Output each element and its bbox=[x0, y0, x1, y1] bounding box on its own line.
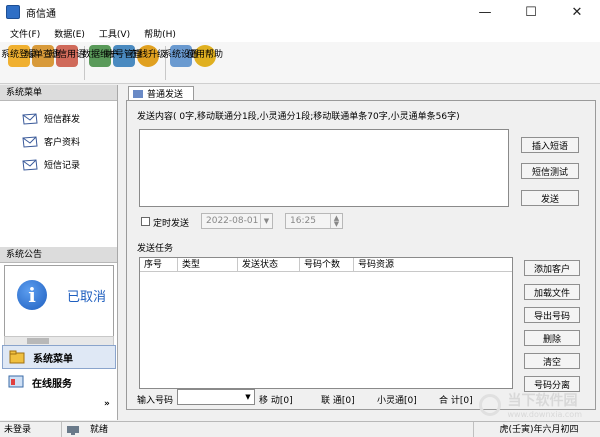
number-input[interactable]: ▼ bbox=[177, 389, 255, 405]
date-picker[interactable]: 2022-08-01 ▼ bbox=[201, 213, 273, 229]
system-notice-header: 系统公告 bbox=[0, 247, 117, 263]
insert-phrase-button[interactable]: 插入短语 bbox=[521, 137, 579, 153]
nav-online-service[interactable]: 在线服务 bbox=[2, 370, 116, 394]
app-icon bbox=[6, 5, 20, 19]
tree-item-sms-records[interactable]: 短信记录 bbox=[0, 153, 117, 176]
tree-item-customer-info[interactable]: 客户资料 bbox=[0, 130, 117, 153]
window-title: 商信通 bbox=[26, 8, 56, 20]
sms-test-button[interactable]: 短信测试 bbox=[521, 163, 579, 179]
help-button[interactable]: 使用帮助 bbox=[187, 42, 223, 67]
online-upgrade-button[interactable]: 在线升级 bbox=[130, 42, 166, 67]
col-type[interactable]: 类型 bbox=[178, 258, 238, 271]
clear-button[interactable]: 清空 bbox=[524, 353, 580, 369]
watermark: 当下软件园 www.downxia.com bbox=[479, 390, 582, 419]
send-panel: 发送内容( 0字,移动联通分1段,小灵通分1段;移动联通单条70字,小灵通单条5… bbox=[126, 100, 596, 410]
title-bar: 商信通 — ☐ ✕ bbox=[0, 0, 600, 24]
content-label: 发送内容( 0字,移动联通分1段,小灵通分1段;移动联通单条70字,小灵通单条5… bbox=[137, 112, 460, 122]
left-panel: 系统菜单 短信群发 客户资料 短信记录 系统公告 i 已取消 系统菜单 在线服务… bbox=[0, 85, 118, 420]
minimize-button[interactable]: — bbox=[462, 0, 508, 24]
system-menu-header: 系统菜单 bbox=[0, 85, 117, 101]
export-numbers-button[interactable]: 导出号码 bbox=[524, 307, 580, 323]
status-login: 未登录 bbox=[0, 421, 62, 437]
status-ready: 就绪 bbox=[62, 421, 474, 437]
envelope-icon bbox=[22, 158, 38, 171]
phs-count: 小灵通[0] bbox=[377, 396, 417, 406]
menu-folder-icon bbox=[9, 350, 25, 364]
notice-text: 已取消 bbox=[67, 290, 107, 305]
status-bar: 未登录 就绪 虎(壬寅)年六月初四 bbox=[0, 421, 600, 437]
notice-box: i 已取消 bbox=[4, 265, 114, 337]
send-task-label: 发送任务 bbox=[137, 244, 174, 254]
nav-system-menu[interactable]: 系统菜单 bbox=[2, 345, 116, 369]
total-count: 合 计[0] bbox=[439, 396, 473, 406]
timed-send-label: 定时发送 bbox=[153, 219, 190, 229]
scroll-thumb[interactable] bbox=[27, 338, 49, 344]
unicom-count: 联 通[0] bbox=[321, 396, 355, 406]
delete-button[interactable]: 删除 bbox=[524, 330, 580, 346]
online-service-icon bbox=[8, 375, 24, 388]
timed-send-checkbox[interactable] bbox=[141, 217, 150, 226]
send-button[interactable]: 发送 bbox=[521, 190, 579, 206]
network-icon bbox=[67, 425, 79, 435]
tab-icon bbox=[133, 89, 143, 98]
load-file-button[interactable]: 加载文件 bbox=[524, 284, 580, 300]
table-header: 序号 类型 发送状态 号码个数 号码资源 bbox=[140, 258, 512, 272]
chevron-down-icon[interactable]: ▼ bbox=[260, 214, 272, 228]
col-status[interactable]: 发送状态 bbox=[238, 258, 300, 271]
menu-bar: 文件(F) 数据(E) 工具(V) 帮助(H) bbox=[0, 24, 600, 42]
col-count[interactable]: 号码个数 bbox=[300, 258, 354, 271]
menu-data[interactable]: 数据(E) bbox=[54, 27, 85, 40]
task-table[interactable]: 序号 类型 发送状态 号码个数 号码资源 bbox=[139, 257, 513, 389]
more-chevron-icon[interactable]: » bbox=[104, 399, 110, 409]
close-button[interactable]: ✕ bbox=[554, 0, 600, 24]
menu-file[interactable]: 文件(F) bbox=[10, 27, 40, 40]
info-icon: i bbox=[17, 280, 47, 310]
mobile-count: 移 动[0] bbox=[259, 396, 293, 406]
status-date: 虎(壬寅)年六月初四 bbox=[499, 424, 579, 435]
chevron-down-icon[interactable]: ▼ bbox=[242, 390, 254, 404]
col-resource[interactable]: 号码资源 bbox=[354, 258, 512, 271]
spinner-icon[interactable]: ▲ ▼ bbox=[330, 214, 342, 228]
maximize-button[interactable]: ☐ bbox=[508, 0, 554, 24]
time-spinner[interactable]: 16:25 ▲ ▼ bbox=[285, 213, 343, 229]
col-index[interactable]: 序号 bbox=[140, 258, 178, 271]
envelope-icon bbox=[22, 135, 38, 148]
watermark-icon bbox=[479, 393, 502, 416]
message-textarea[interactable] bbox=[139, 129, 509, 207]
menu-help[interactable]: 帮助(H) bbox=[144, 27, 176, 40]
menu-tools[interactable]: 工具(V) bbox=[99, 27, 130, 40]
envelope-icon bbox=[22, 112, 38, 125]
input-number-label: 输入号码 bbox=[137, 396, 174, 406]
add-customer-button[interactable]: 添加客户 bbox=[524, 260, 580, 276]
sms-phrases-button[interactable]: 短信用语 bbox=[49, 42, 85, 67]
tree-item-sms-broadcast[interactable]: 短信群发 bbox=[0, 107, 117, 130]
toolbar: 系统登录 帐单查询 短信用语 数据维护 帐号管理 在线升级 系统设置 使用帮助 bbox=[0, 42, 600, 84]
tab-normal-send[interactable]: 普通发送 bbox=[128, 86, 194, 100]
